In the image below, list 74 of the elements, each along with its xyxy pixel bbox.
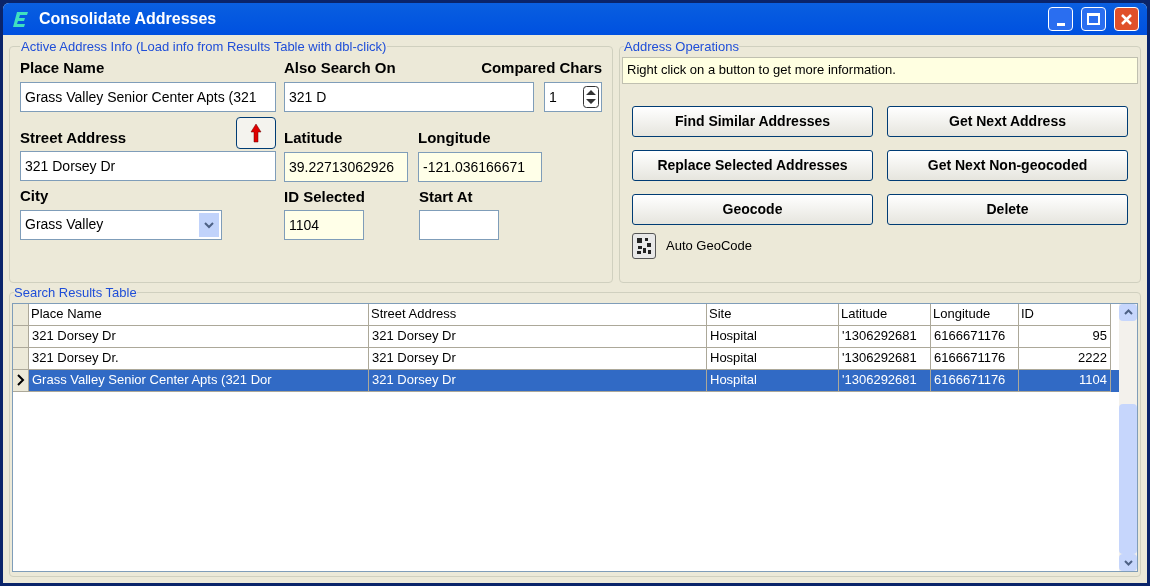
column-header[interactable]: Street Address (369, 303, 707, 326)
close-button[interactable] (1114, 7, 1139, 31)
id-selected-field[interactable]: 1104 (284, 210, 364, 240)
table-cell: 6166671176 (931, 369, 1019, 392)
field-label: City (20, 186, 50, 206)
field-label: Latitude (284, 128, 344, 148)
column-header[interactable]: ID (1019, 303, 1111, 326)
group-legend: Address Operations (624, 37, 739, 57)
operation-button[interactable]: Geocode (632, 193, 873, 225)
place-name-field[interactable]: Grass Valley Senior Center Apts (321 (20, 82, 276, 112)
longitude-field[interactable]: -121.036166671 (418, 151, 542, 182)
move-up-button[interactable] (236, 117, 276, 149)
pattern-icon (635, 235, 653, 256)
table-cell: Grass Valley Senior Center Apts (321 Dor (29, 369, 369, 392)
table-cell: '1306292681 (839, 347, 931, 370)
compared-chars-spinner[interactable]: 1 (544, 82, 602, 112)
table-cell: 321 Dorsey Dr (369, 347, 707, 370)
table-cell: 321 Dorsey Dr (369, 325, 707, 348)
operation-button[interactable]: Find Similar Addresses (632, 105, 873, 137)
city-dropdown[interactable]: Grass Valley (20, 209, 222, 240)
group-legend: Search Results Table (14, 283, 137, 303)
minimize-button[interactable] (1048, 7, 1073, 31)
table-cell: '1306292681 (839, 369, 931, 392)
table-cell: 321 Dorsey Dr (29, 325, 369, 348)
field-label: Start At (418, 186, 474, 207)
dropdown-caret-icon (199, 212, 219, 237)
table-cell: '1306292681 (839, 325, 931, 348)
field-label: Place Name (20, 57, 106, 78)
auto-geocode-button[interactable] (632, 232, 656, 259)
operation-button[interactable]: Delete (887, 193, 1128, 225)
close-icon (1120, 12, 1133, 26)
column-header[interactable]: Latitude (839, 303, 931, 326)
app-logo-icon (11, 9, 31, 29)
table-cell: 6166671176 (931, 347, 1019, 370)
field-label: Also Search On (284, 57, 396, 78)
scroll-up-icon (1123, 309, 1133, 315)
group-legend: Active Address Info (Load info from Results Table with dbl-click) (20, 37, 388, 57)
operation-button[interactable]: Get Next Non-geocoded (887, 149, 1128, 181)
spinner-arrows-icon (583, 86, 599, 108)
also-search-field[interactable]: 321 D (284, 82, 534, 112)
table-cell: Hospital (707, 347, 839, 370)
info-bar: Right click on a button to get more information. (622, 56, 1138, 84)
column-header[interactable]: Place Name (29, 303, 369, 326)
table-cell: 1104 (1019, 369, 1111, 392)
row-header[interactable] (13, 369, 29, 392)
operation-button[interactable]: Get Next Address (887, 105, 1128, 137)
table-cell: 95 (1019, 325, 1111, 348)
field-label: ID Selected (284, 186, 365, 207)
column-header[interactable]: Longitude (931, 303, 1019, 326)
field-label: Longitude (418, 128, 492, 148)
table-cell: Hospital (707, 325, 839, 348)
scroll-down-icon (1123, 559, 1133, 566)
start-at-field[interactable] (418, 210, 499, 240)
vertical-scrollbar[interactable] (1119, 303, 1137, 571)
column-header[interactable]: Site (707, 303, 839, 326)
table-row[interactable]: 321 Dorsey Dr. 321 Dorsey Dr Hospital '1306292681 6166671176 2222 (13, 347, 1119, 370)
corner-header (13, 303, 29, 326)
up-arrow-icon (250, 123, 262, 143)
table-cell: 6166671176 (931, 325, 1019, 348)
table-cell: 321 Dorsey Dr (369, 369, 707, 392)
street-address-field[interactable]: 321 Dorsey Dr (20, 151, 276, 181)
window-title: Consolidate Addresses (39, 9, 218, 29)
current-row-icon (16, 374, 25, 386)
table-cell: 321 Dorsey Dr. (29, 347, 369, 370)
table-cell: Hospital (707, 369, 839, 392)
operation-button[interactable]: Replace Selected Addresses (632, 149, 873, 181)
table-row[interactable]: Grass Valley Senior Center Apts (321 Dor 321 Dorsey Dr Hospital '1306292681 6166671176 1104 (13, 369, 1119, 392)
latitude-field[interactable]: 39.22713062926 (284, 151, 408, 182)
table-cell: 2222 (1019, 347, 1111, 370)
field-label: Street Address (20, 127, 127, 148)
maximize-button[interactable] (1081, 7, 1106, 31)
auto-geocode-label: Auto GeoCode (666, 236, 752, 255)
field-label: Compared Chars (481, 57, 602, 78)
table-row[interactable]: 321 Dorsey Dr 321 Dorsey Dr Hospital '1306292681 6166671176 95 (13, 325, 1119, 348)
